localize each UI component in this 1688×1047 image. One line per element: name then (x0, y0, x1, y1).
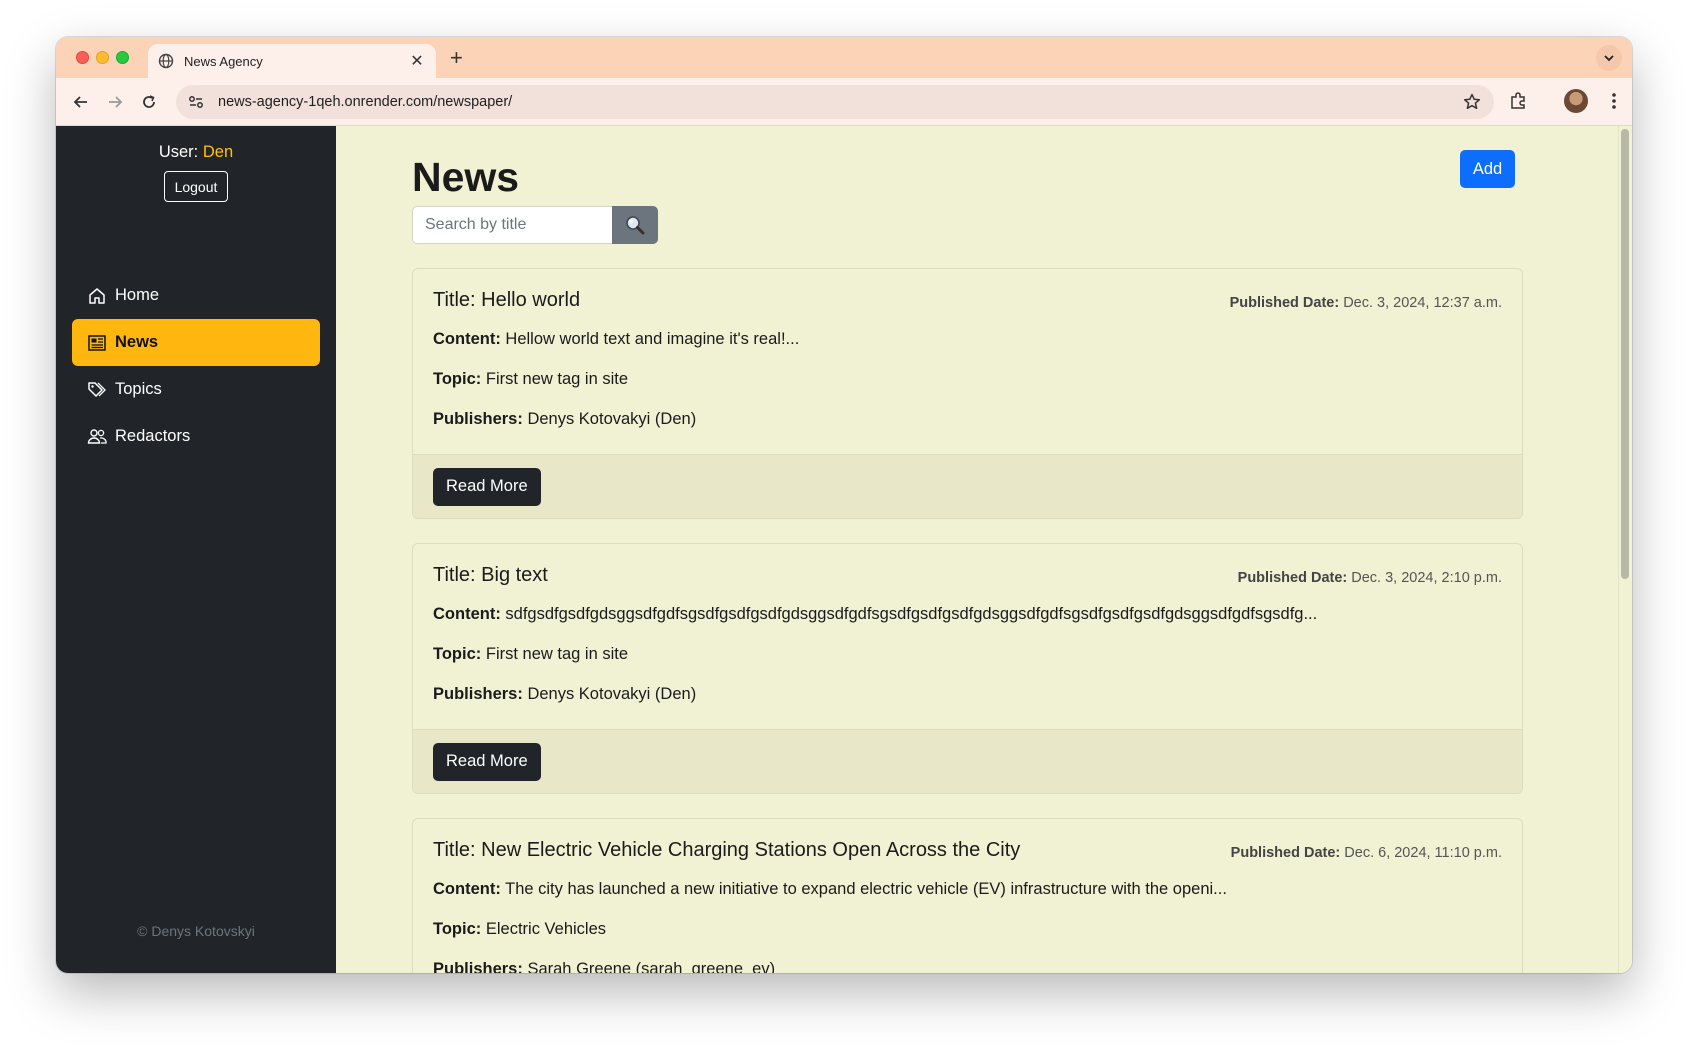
tags-icon (87, 380, 107, 400)
published-date: Published Date: Dec. 6, 2024, 11:10 p.m. (1231, 845, 1502, 861)
published-value: Dec. 3, 2024, 12:37 a.m. (1343, 295, 1502, 311)
published-value: Dec. 6, 2024, 11:10 p.m. (1344, 845, 1502, 861)
new-tab-icon[interactable]: + (450, 45, 463, 71)
card-footer: Read More (413, 729, 1522, 793)
home-icon (87, 286, 107, 306)
content-label: Content: (433, 605, 501, 623)
topic-label: Topic: (433, 370, 482, 388)
browser-tab[interactable]: News Agency ✕ (148, 44, 436, 78)
published-label: Published Date: (1237, 570, 1348, 586)
publishers-value: Sarah Greene (sarah_greene_ev) (527, 960, 776, 973)
article-content: Content: Hellow world text and imagine i… (433, 330, 1502, 349)
news-card: Title: Hello world Published Date: Dec. … (412, 268, 1523, 519)
article-content: Content: sdfgsdfgsdfgdsggsdfgdfsgsdfgsdf… (433, 605, 1502, 624)
logout-button[interactable]: Logout (164, 171, 228, 202)
card-body: Title: Hello world Published Date: Dec. … (413, 269, 1522, 454)
search-form (412, 206, 658, 244)
user-info: User: Den (56, 143, 336, 162)
magnifier-icon (626, 216, 645, 235)
bookmark-star-icon[interactable] (1462, 92, 1482, 112)
publishers-label: Publishers: (433, 960, 523, 973)
article-topic: Topic: First new tag in site (433, 370, 1502, 389)
content-value: The city has launched a new initiative t… (505, 880, 1227, 898)
content-label: Content: (433, 330, 501, 348)
maximize-window-button[interactable] (116, 51, 129, 64)
tab-strip: News Agency ✕ + (56, 37, 1632, 78)
article-publishers: Publishers: Sarah Greene (sarah_greene_e… (433, 960, 1502, 973)
sidebar-item-redactors[interactable]: Redactors (72, 413, 320, 460)
profile-avatar[interactable] (1564, 89, 1588, 113)
address-bar[interactable]: news-agency-1qeh.onrender.com/newspaper/ (176, 85, 1494, 119)
news-card: Title: New Electric Vehicle Charging Sta… (412, 818, 1523, 973)
forward-icon[interactable] (104, 91, 126, 113)
published-label: Published Date: (1230, 845, 1341, 861)
article-publishers: Publishers: Denys Kotovakyi (Den) (433, 685, 1502, 704)
scrollbar[interactable] (1618, 126, 1632, 973)
topic-label: Topic: (433, 645, 482, 663)
content-label: Content: (433, 880, 501, 898)
publishers-label: Publishers: (433, 685, 523, 703)
close-window-button[interactable] (76, 51, 89, 64)
tab-search-button[interactable] (1596, 45, 1622, 71)
sidebar-item-label: Redactors (115, 427, 191, 445)
sidebar-nav: Home News Topics Redactors (72, 272, 320, 460)
url-text: news-agency-1qeh.onrender.com/newspaper/ (218, 94, 513, 110)
publishers-value: Denys Kotovakyi (Den) (527, 410, 697, 428)
kebab-menu-icon[interactable] (1604, 90, 1624, 112)
sidebar: User: Den Logout Home News Topics Redact… (56, 126, 336, 973)
read-more-button[interactable]: Read More (433, 742, 541, 781)
page: User: Den Logout Home News Topics Redact… (56, 126, 1632, 973)
minimize-window-button[interactable] (96, 51, 109, 64)
reload-icon[interactable] (138, 91, 160, 113)
main-content: News Add Title: Hello world (336, 126, 1632, 973)
article-publishers: Publishers: Denys Kotovakyi (Den) (433, 410, 1502, 429)
page-title: News (412, 154, 520, 200)
browser-window: News Agency ✕ + news-agency-1qeh.onrende… (56, 37, 1632, 973)
copyright-footer: © Denys Kotovskyi (137, 923, 255, 939)
sidebar-item-news[interactable]: News (72, 319, 320, 366)
news-card: Title: Big text Published Date: Dec. 3, … (412, 543, 1523, 794)
sidebar-item-label: Topics (115, 380, 162, 398)
published-label: Published Date: (1229, 295, 1340, 311)
extensions-icon[interactable] (1508, 91, 1528, 111)
article-topic: Topic: Electric Vehicles (433, 920, 1502, 939)
published-date: Published Date: Dec. 3, 2024, 12:37 a.m. (1230, 295, 1502, 311)
site-settings-icon[interactable] (186, 92, 206, 112)
article-content: Content: The city has launched a new ini… (433, 880, 1502, 899)
people-icon (87, 427, 107, 447)
search-button[interactable] (612, 206, 658, 244)
content-value: sdfgsdfgsdfgdsggsdfgdfsgsdfgsdfgsdfgdsgg… (505, 605, 1318, 623)
card-body: Title: Big text Published Date: Dec. 3, … (413, 544, 1522, 729)
published-value: Dec. 3, 2024, 2:10 p.m. (1351, 570, 1502, 586)
newspaper-icon (87, 333, 107, 353)
read-more-button[interactable]: Read More (433, 467, 541, 506)
card-footer: Read More (413, 454, 1522, 518)
sidebar-item-topics[interactable]: Topics (72, 366, 320, 413)
publishers-label: Publishers: (433, 410, 523, 428)
topic-label: Topic: (433, 920, 482, 938)
user-name: Den (202, 143, 234, 161)
tab-title: News Agency (184, 53, 263, 69)
card-body: Title: New Electric Vehicle Charging Sta… (413, 819, 1522, 973)
browser-toolbar: news-agency-1qeh.onrender.com/newspaper/ (56, 78, 1632, 126)
user-label: User: (158, 143, 199, 161)
back-icon[interactable] (70, 91, 92, 113)
scrollbar-thumb[interactable] (1621, 129, 1629, 579)
news-list: Title: Hello world Published Date: Dec. … (412, 268, 1523, 973)
sidebar-item-home[interactable]: Home (72, 272, 320, 319)
publishers-value: Denys Kotovakyi (Den) (527, 685, 697, 703)
topic-value: First new tag in site (485, 370, 629, 388)
topic-value: Electric Vehicles (485, 920, 607, 938)
published-date: Published Date: Dec. 3, 2024, 2:10 p.m. (1238, 570, 1502, 586)
chevron-down-icon (1604, 55, 1614, 62)
article-topic: Topic: First new tag in site (433, 645, 1502, 664)
sidebar-item-label: News (115, 333, 159, 351)
add-news-button[interactable]: Add (1460, 150, 1515, 188)
search-input[interactable] (412, 206, 612, 244)
topic-value: First new tag in site (485, 645, 629, 663)
content-value: Hellow world text and imagine it's real!… (505, 330, 800, 348)
sidebar-item-label: Home (115, 286, 160, 304)
tab-close-icon[interactable]: ✕ (408, 51, 426, 71)
globe-icon (158, 53, 174, 69)
